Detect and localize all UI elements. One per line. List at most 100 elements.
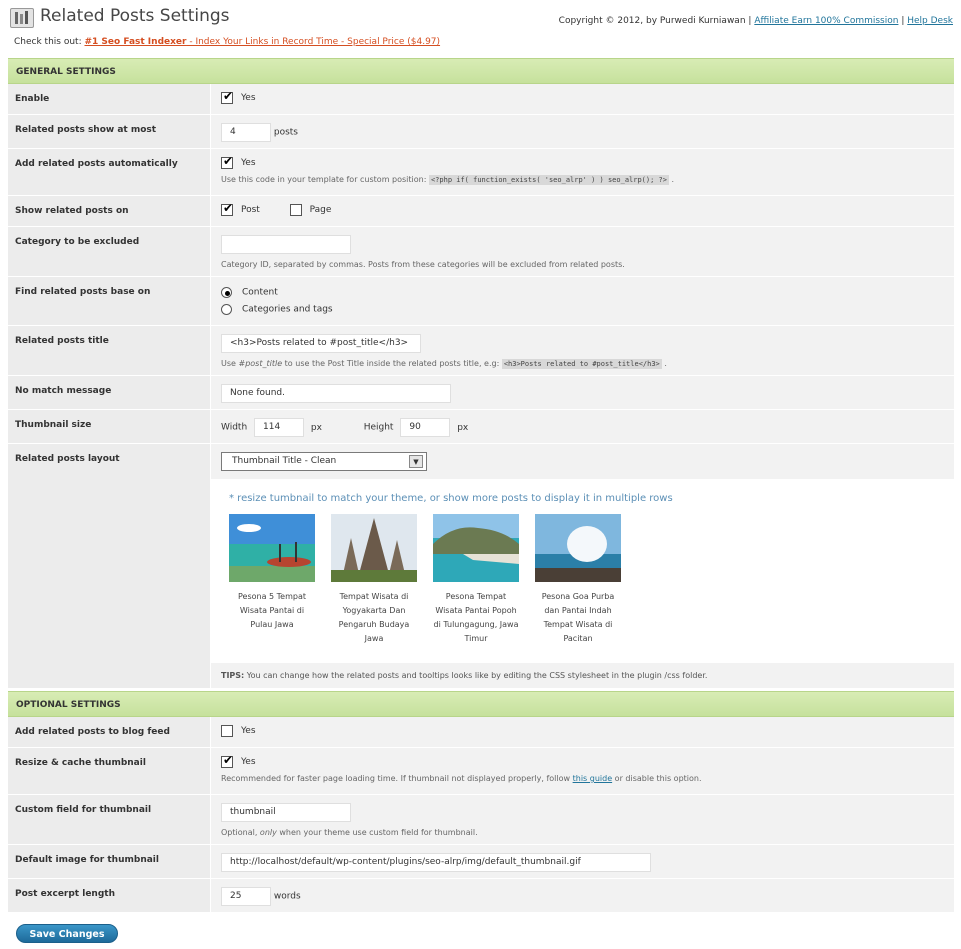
- row-layout: Related posts layout Thumbnail Title - C…: [8, 444, 954, 689]
- related-post-caption: Pesona 5 Tempat Wisata Pantai di Pulau J…: [237, 592, 307, 629]
- note-text: Use: [221, 359, 239, 368]
- note-text: when your theme use custom field for thu…: [276, 828, 478, 837]
- posts-title-label: Related posts title: [8, 326, 210, 375]
- row-thumb-size: Thumbnail size Width 114 px Height 90 px: [8, 410, 954, 444]
- thumb-height-input[interactable]: 90: [400, 418, 451, 437]
- thumb-width-input[interactable]: 114: [254, 418, 305, 437]
- enable-label: Enable: [8, 84, 210, 114]
- note-text: Use this code in your template for custo…: [221, 175, 427, 184]
- note-text: .: [664, 359, 667, 368]
- note-text: to use the Post Title inside the related…: [282, 359, 500, 368]
- beach-boat-thumbnail[interactable]: [229, 514, 315, 582]
- related-post-item[interactable]: Pesona 5 Tempat Wisata Pantai di Pulau J…: [229, 514, 315, 646]
- layout-label: Related posts layout: [8, 444, 210, 688]
- promo-prefix: Check this out:: [14, 37, 82, 47]
- copyright-bar: Copyright © 2012, by Purwedi Kurniawan |…: [559, 16, 953, 26]
- note-em: only: [259, 828, 277, 837]
- related-post-item[interactable]: Pesona Tempat Wisata Pantai Popoh di Tul…: [433, 514, 519, 646]
- page-header: Related Posts Settings Copyright © 2012,…: [0, 0, 961, 58]
- custom-field-input[interactable]: thumbnail: [221, 803, 351, 822]
- show-on-label: Show related posts on: [8, 196, 210, 226]
- related-post-item[interactable]: Tempat Wisata di Yogyakarta Dan Pengaruh…: [331, 514, 417, 646]
- enable-checkbox[interactable]: [221, 89, 233, 104]
- page-option: Page: [309, 205, 332, 215]
- content-option: Content: [242, 287, 278, 298]
- related-post-item[interactable]: Pesona Goa Purba dan Pantai Indah Tempat…: [535, 514, 621, 646]
- page-title: Related Posts Settings: [40, 6, 230, 26]
- unit-px: px: [310, 422, 322, 433]
- settings-table: GENERAL SETTINGS Enable Yes Related post…: [8, 58, 954, 913]
- related-post-caption: Pesona Goa Purba dan Pantai Indah Tempat…: [541, 592, 615, 643]
- row-custom-field: Custom field for thumbnail thumbnail Opt…: [8, 795, 954, 845]
- general-settings-header: GENERAL SETTINGS: [8, 58, 954, 84]
- row-excerpt-length: Post excerpt length 25 words: [8, 879, 954, 913]
- plugin-logo-icon: [10, 8, 34, 28]
- note-text: .: [671, 175, 675, 184]
- width-label: Width: [221, 422, 248, 433]
- tips-text: You can change how the related posts and…: [244, 671, 708, 680]
- no-match-input[interactable]: None found.: [221, 384, 451, 403]
- default-image-label: Default image for thumbnail: [8, 845, 210, 878]
- post-option: Post: [241, 205, 260, 215]
- coast-thumbnail[interactable]: [433, 514, 519, 582]
- promo-link[interactable]: #1 Seo Fast Indexer - Index Your Links i…: [84, 37, 440, 47]
- copyright-text: Copyright © 2012, by Purwedi Kurniawan: [558, 16, 746, 26]
- row-blog-feed: Add related posts to blog feed Yes: [8, 717, 954, 748]
- exclude-category-input[interactable]: [221, 235, 351, 254]
- help-desk-link[interactable]: Help Desk: [907, 16, 953, 26]
- categories-tags-option: Categories and tags: [242, 304, 333, 315]
- preview-thumbnails: Pesona 5 Tempat Wisata Pantai di Pulau J…: [229, 514, 936, 646]
- this-guide-link[interactable]: this guide: [573, 774, 613, 783]
- excerpt-length-input[interactable]: 25: [221, 887, 271, 906]
- code-snippet: <?php if( function_exists( 'seo_alrp' ) …: [428, 175, 669, 185]
- exclude-category-note: Category ID, separated by commas. Posts …: [221, 260, 625, 269]
- post-checkbox[interactable]: [221, 201, 233, 216]
- exclude-category-label: Category to be excluded: [8, 227, 210, 276]
- save-changes-button[interactable]: Save Changes: [16, 924, 118, 943]
- posts-title-input[interactable]: <h3>Posts related to #post_title</h3>: [221, 334, 421, 353]
- note-em: #post_title: [238, 359, 283, 368]
- no-match-label: No match message: [8, 376, 210, 409]
- row-no-match: No match message None found.: [8, 376, 954, 410]
- separator: |: [901, 16, 905, 26]
- resize-cache-label: Resize & cache thumbnail: [8, 748, 210, 794]
- optional-settings-header: OPTIONAL SETTINGS: [8, 691, 954, 717]
- auto-add-checkbox[interactable]: [221, 154, 233, 169]
- temple-thumbnail[interactable]: [331, 514, 417, 582]
- note-text: Optional,: [221, 828, 260, 837]
- page-checkbox[interactable]: [289, 204, 302, 216]
- content-radio[interactable]: [221, 287, 232, 298]
- default-image-input[interactable]: http://localhost/default/wp-content/plug…: [221, 853, 651, 872]
- excerpt-length-label: Post excerpt length: [8, 879, 210, 912]
- layout-select[interactable]: Thumbnail Title - Clean ▼: [221, 452, 427, 471]
- row-enable: Enable Yes: [8, 84, 954, 115]
- row-posts-title: Related posts title <h3>Posts related to…: [8, 326, 954, 376]
- row-exclude-category: Category to be excluded Category ID, sep…: [8, 227, 954, 277]
- height-label: Height: [363, 422, 394, 433]
- chevron-down-icon[interactable]: ▼: [409, 455, 423, 468]
- affiliate-link[interactable]: Affiliate Earn 100% Commission: [754, 16, 898, 26]
- note-text: Recommended for faster page loading time…: [221, 774, 573, 783]
- show-at-most-input[interactable]: 4: [221, 123, 271, 142]
- wave-splash-thumbnail[interactable]: [535, 514, 621, 582]
- resize-cache-note: Recommended for faster page loading time…: [221, 774, 944, 783]
- row-show-at-most: Related posts show at most 4 posts: [8, 115, 954, 149]
- custom-field-note: Optional, only when your theme use custo…: [221, 828, 944, 837]
- posts-suffix: posts: [273, 127, 299, 138]
- promo-link-bold: #1 Seo Fast Indexer: [84, 37, 187, 47]
- auto-add-note: Use this code in your template for custo…: [221, 175, 944, 185]
- enable-option: Yes: [241, 93, 256, 103]
- auto-add-option: Yes: [241, 158, 256, 168]
- separator: |: [748, 16, 752, 26]
- note-text: or disable this option.: [612, 774, 702, 783]
- blog-feed-checkbox[interactable]: [221, 725, 233, 737]
- tips-note: TIPS: You can change how the related pos…: [211, 663, 954, 688]
- row-find-base: Find related posts base on Content Categ…: [8, 277, 954, 326]
- resize-cache-checkbox[interactable]: [221, 753, 233, 768]
- words-suffix: words: [273, 891, 301, 902]
- tips-bold: TIPS:: [221, 671, 245, 680]
- show-at-most-label: Related posts show at most: [8, 115, 210, 148]
- code-snippet: <h3>Posts related to #post_title</h3>: [501, 359, 662, 369]
- auto-add-label: Add related posts automatically: [8, 149, 210, 195]
- categories-tags-radio[interactable]: [221, 304, 232, 315]
